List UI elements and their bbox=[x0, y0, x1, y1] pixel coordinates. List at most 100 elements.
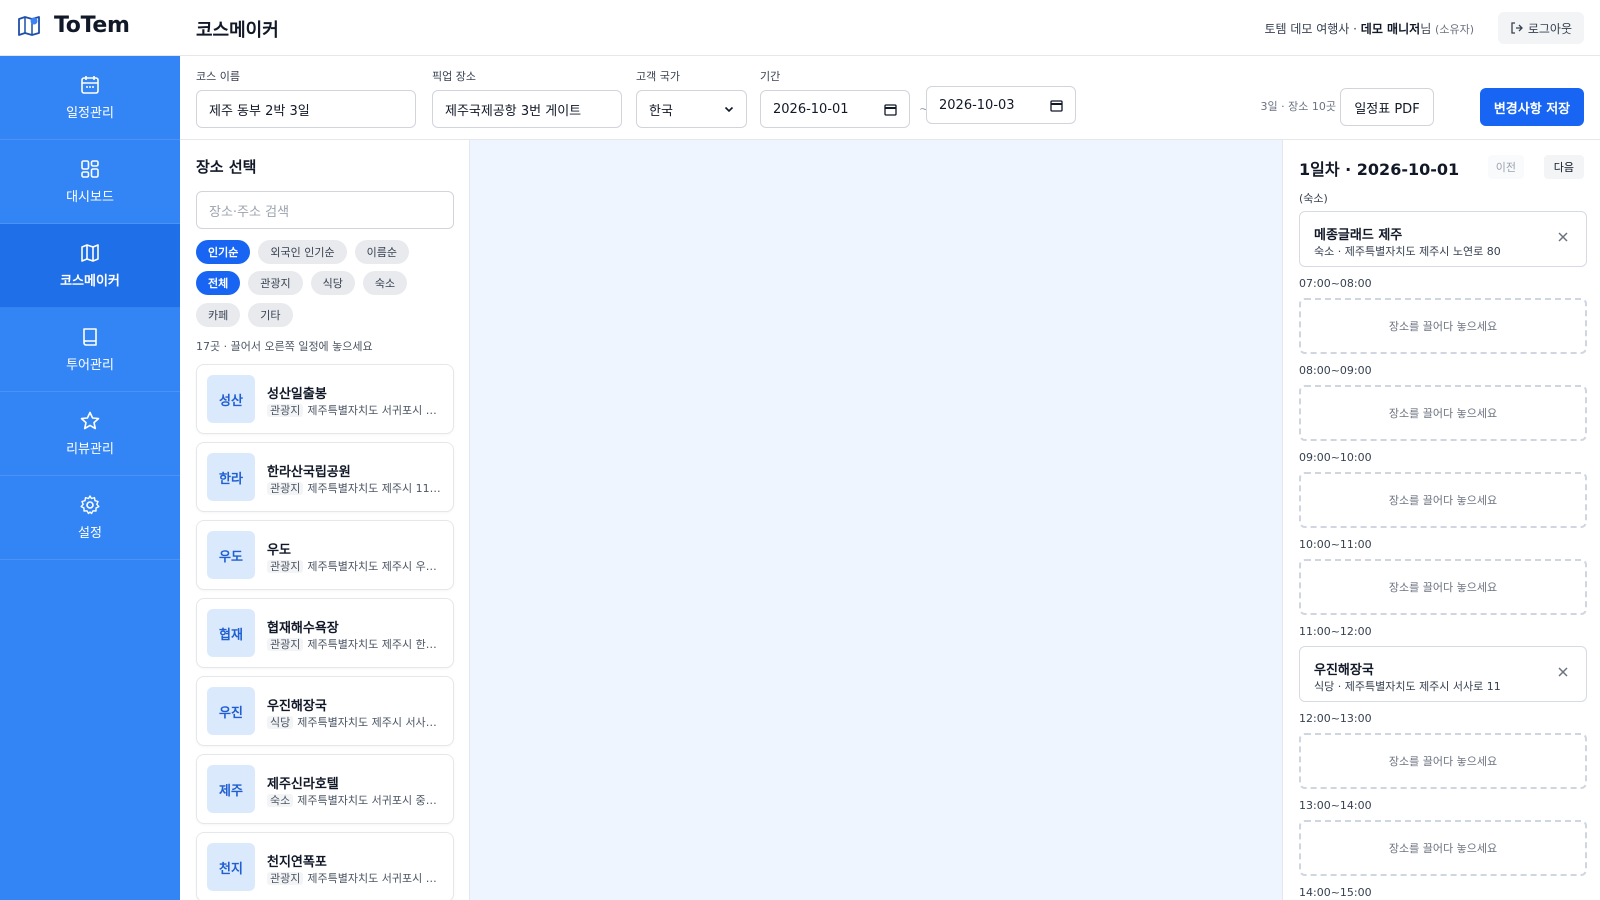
sidebar-item-label: 설정 bbox=[78, 526, 102, 541]
logout-button[interactable]: 로그아웃 bbox=[1497, 12, 1584, 44]
sidebar-item-schedule[interactable]: 일정관리 bbox=[0, 56, 180, 140]
chip-sort-name[interactable]: 이름순 bbox=[354, 240, 409, 264]
country-select[interactable]: 한국 bbox=[636, 90, 747, 128]
place-search-input[interactable]: 장소·주소 검색 bbox=[196, 191, 454, 229]
chip-category-restaurant[interactable]: 식당 bbox=[310, 271, 355, 295]
time-slot-label: 09:00~10:00 bbox=[1299, 451, 1372, 464]
place-name: 한라산국립공원 bbox=[267, 465, 351, 480]
end-date-field: 2026-10-03 bbox=[926, 86, 1076, 124]
chip-category-all[interactable]: 전체 bbox=[196, 271, 241, 295]
place-name: 성산일출봉 bbox=[267, 387, 327, 402]
place-category: 관광지 bbox=[267, 560, 304, 573]
place-panel: 장소 선택 장소·주소 검색 인기순 외국인 인기순 이름순 전체 관광지 식당… bbox=[180, 140, 470, 900]
pdf-button[interactable]: 일정표 PDF bbox=[1340, 88, 1434, 126]
chip-category-attraction[interactable]: 관광지 bbox=[248, 271, 303, 295]
country-field: 고객 국가 한국 bbox=[636, 68, 747, 128]
pickup-label: 픽업 장소 bbox=[432, 70, 476, 83]
scheduled-place-card[interactable]: 메종글래드 제주 숙소 · 제주특별자치도 제주시 노연로 80 bbox=[1299, 211, 1587, 267]
place-card[interactable]: 협재 협재해수욕장 관광지제주특별자치도 제주시 한림읍 협재리 bbox=[196, 598, 454, 668]
empty-drop-zone[interactable]: 장소를 끌어다 놓으세요 bbox=[1299, 298, 1587, 354]
chip-category-cafe[interactable]: 카페 bbox=[196, 303, 241, 327]
time-slot-label: 11:00~12:00 bbox=[1299, 625, 1372, 638]
place-address: 제주특별자치도 제주시 1100로 2070-61 bbox=[307, 482, 443, 495]
pickup-input[interactable]: 제주국제공항 3번 게이트 bbox=[432, 90, 622, 128]
place-card[interactable]: 한라 한라산국립공원 관광지제주특별자치도 제주시 1100로 2070-61 bbox=[196, 442, 454, 512]
place-name: 우진해장국 bbox=[267, 699, 327, 714]
sidebar-item-label: 코스메이커 bbox=[60, 274, 120, 289]
place-name: 협재해수욕장 bbox=[267, 621, 339, 636]
place-name: 우도 bbox=[267, 543, 291, 558]
gear-icon bbox=[80, 495, 100, 515]
place-address: 제주특별자치도 서귀포시 천지동 667-7 bbox=[307, 872, 443, 885]
scheduled-place-card[interactable]: 우진해장국 식당 · 제주특별자치도 제주시 서사로 11 bbox=[1299, 646, 1587, 702]
sidebar-item-settings[interactable]: 설정 bbox=[0, 476, 180, 560]
place-thumbnail: 한라 bbox=[207, 453, 255, 501]
calendar-icon[interactable] bbox=[1050, 99, 1063, 112]
close-icon[interactable] bbox=[1556, 230, 1570, 244]
book-icon bbox=[83, 328, 97, 346]
sidebar-item-label: 대시보드 bbox=[66, 190, 114, 205]
scheduled-place-name: 우진해장국 bbox=[1314, 663, 1374, 678]
start-date-value: 2026-10-01 bbox=[773, 101, 849, 117]
prev-day-button[interactable]: 이전 bbox=[1487, 155, 1524, 179]
time-slot-label: 14:00~15:00 bbox=[1299, 886, 1372, 899]
place-address: 제주특별자치도 제주시 우도면 bbox=[307, 560, 443, 573]
sidebar-item-course-maker[interactable]: 코스메이커 bbox=[0, 224, 180, 308]
place-card[interactable]: 천지 천지연폭포 관광지제주특별자치도 서귀포시 천지동 667-7 bbox=[196, 832, 454, 900]
chip-sort-foreign[interactable]: 외국인 인기순 bbox=[258, 240, 347, 264]
logout-icon bbox=[1511, 22, 1523, 34]
brand-name: ToTem bbox=[54, 12, 130, 38]
user-info: 토템 데모 여행사 · 데모 매니저님 (소유자) bbox=[1264, 20, 1474, 37]
calendar-icon[interactable] bbox=[884, 103, 897, 116]
empty-drop-zone[interactable]: 장소를 끌어다 놓으세요 bbox=[1299, 385, 1587, 441]
period-field: 기간 2026-10-01 bbox=[760, 68, 910, 128]
agency-name: 토템 데모 여행사 · bbox=[1264, 22, 1361, 36]
sidebar-item-dashboard[interactable]: 대시보드 bbox=[0, 140, 180, 224]
time-slot-list: (숙소) 메종글래드 제주 숙소 · 제주특별자치도 제주시 노연로 80 07:00… bbox=[1299, 190, 1587, 900]
place-card[interactable]: 우도 우도 관광지 제주특별자치도 제주시 우도면 bbox=[196, 520, 454, 590]
place-card[interactable]: 성산 성산일출봉 관광지제주특별자치도 서귀포시 성산읍 성산리 1 bbox=[196, 364, 454, 434]
close-icon[interactable] bbox=[1556, 665, 1570, 679]
place-category: 식당 bbox=[267, 716, 294, 729]
day-title: 1일차 · 2026-10-01 bbox=[1299, 160, 1460, 179]
place-meta: 관광지제주특별자치도 서귀포시 천지동 667-7 bbox=[267, 870, 443, 886]
course-name-input[interactable]: 제주 동부 2박 3일 bbox=[196, 90, 416, 128]
course-summary: 3일 · 장소 10곳 bbox=[1260, 100, 1336, 113]
empty-drop-zone[interactable]: 장소를 끌어다 놓으세요 bbox=[1299, 472, 1587, 528]
top-header: ToTem 코스메이커 토템 데모 여행사 · 데모 매니저님 (소유자) 로그… bbox=[0, 0, 1600, 56]
place-card[interactable]: 제주 제주신라호텔 숙소제주특별자치도 서귀포시 중문관광로 75 bbox=[196, 754, 454, 824]
sidebar-item-tours[interactable]: 투어관리 bbox=[0, 308, 180, 392]
time-slot-label: 10:00~11:00 bbox=[1299, 538, 1372, 551]
sidebar: 일정관리 대시보드 코스메이커 투어관리 리뷰관리 설정 bbox=[0, 56, 180, 900]
chip-sort-popular[interactable]: 인기순 bbox=[196, 240, 251, 264]
place-category: 관광지 bbox=[267, 872, 304, 885]
start-date-input[interactable]: 2026-10-01 bbox=[760, 90, 910, 128]
course-name-label: 코스 이름 bbox=[196, 70, 240, 83]
place-thumbnail: 천지 bbox=[207, 843, 255, 891]
sidebar-item-reviews[interactable]: 리뷰관리 bbox=[0, 392, 180, 476]
place-name: 제주신라호텔 bbox=[267, 777, 339, 792]
place-panel-title: 장소 선택 bbox=[196, 158, 257, 176]
place-address: 제주특별자치도 서귀포시 중문관광로 75 bbox=[297, 794, 443, 807]
place-thumbnail: 성산 bbox=[207, 375, 255, 423]
place-list: 성산 성산일출봉 관광지제주특별자치도 서귀포시 성산읍 성산리 1 한라 한라… bbox=[196, 364, 454, 900]
end-date-input[interactable]: 2026-10-03 bbox=[926, 86, 1076, 124]
place-card[interactable]: 우진 우진해장국 식당 제주특별자치도 제주시 서사로 11 bbox=[196, 676, 454, 746]
chip-category-etc[interactable]: 기타 bbox=[248, 303, 293, 327]
chip-category-lodging[interactable]: 숙소 bbox=[362, 271, 408, 295]
next-day-button[interactable]: 다음 bbox=[1543, 155, 1584, 179]
save-button[interactable]: 변경사항 저장 bbox=[1480, 88, 1584, 126]
calendar-icon bbox=[81, 76, 99, 94]
map-area[interactable] bbox=[470, 140, 1282, 900]
place-category: 관광지 bbox=[267, 638, 304, 651]
empty-drop-zone[interactable]: 장소를 끌어다 놓으세요 bbox=[1299, 820, 1587, 876]
empty-drop-zone[interactable]: 장소를 끌어다 놓으세요 bbox=[1299, 559, 1587, 615]
time-slot-label: 13:00~14:00 bbox=[1299, 799, 1372, 812]
empty-drop-zone[interactable]: 장소를 끌어다 놓으세요 bbox=[1299, 733, 1587, 789]
place-meta: 관광지 제주특별자치도 제주시 우도면 bbox=[267, 558, 443, 574]
place-thumbnail: 제주 bbox=[207, 765, 255, 813]
user-role: (소유자) bbox=[1435, 23, 1474, 36]
place-name: 천지연폭포 bbox=[267, 855, 327, 870]
brand[interactable]: ToTem bbox=[16, 12, 130, 38]
map-icon bbox=[81, 244, 99, 262]
